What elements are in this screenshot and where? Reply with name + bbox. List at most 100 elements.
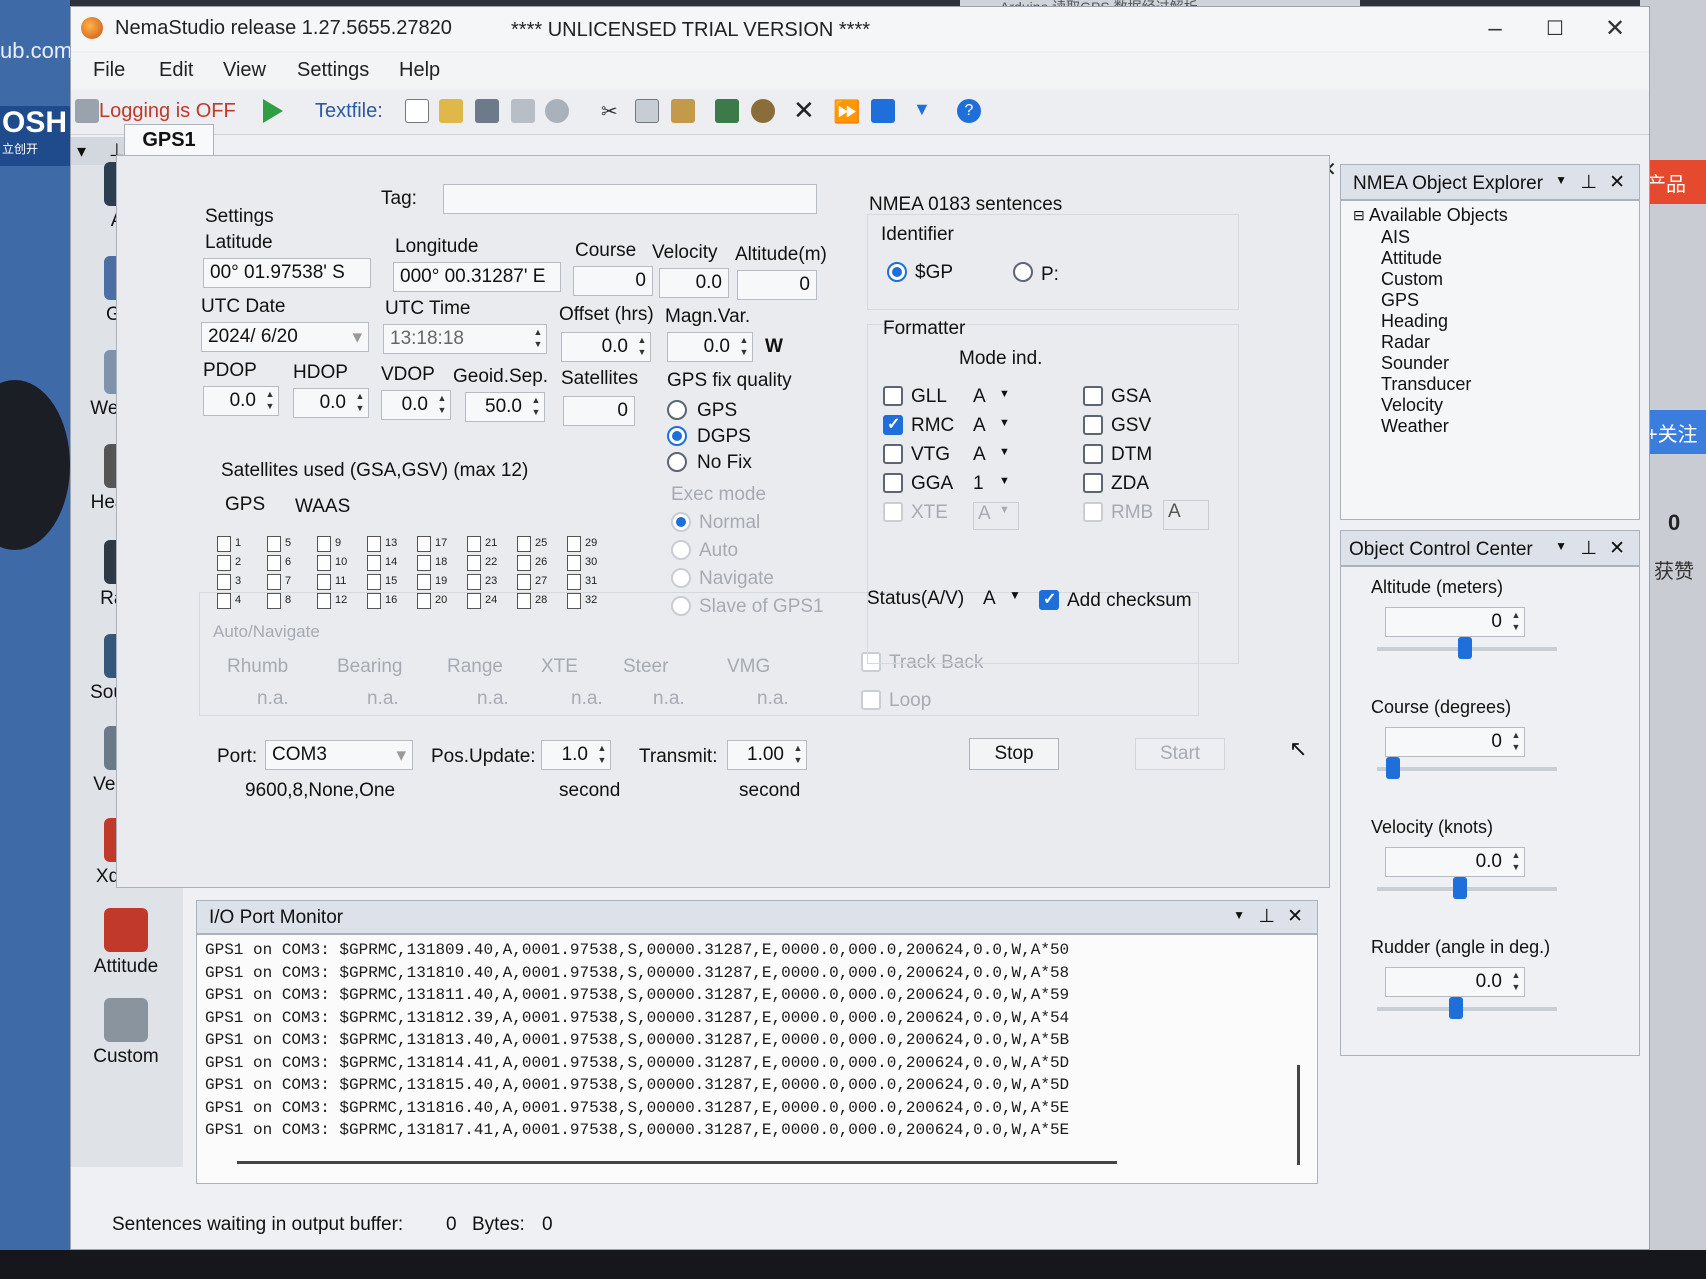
- delete-icon[interactable]: ✕: [793, 97, 817, 123]
- exec-navigate-radio[interactable]: [671, 568, 691, 588]
- occ-control-input[interactable]: 0 ▲ ▼: [1385, 607, 1525, 637]
- identifier-p-radio[interactable]: [1013, 262, 1033, 282]
- latitude-input[interactable]: 00° 01.97538' S: [203, 258, 371, 288]
- sentence-vtg-checkbox[interactable]: [883, 444, 903, 464]
- satellite-checkbox[interactable]: [467, 536, 481, 552]
- logging-status[interactable]: Logging is OFF: [99, 100, 236, 123]
- satellite-checkbox[interactable]: [567, 574, 581, 590]
- sentence-zda-checkbox[interactable]: [1083, 473, 1103, 493]
- occ-slider-thumb[interactable]: [1453, 877, 1467, 899]
- pin-icon[interactable]: ⊥: [1258, 905, 1275, 928]
- port-select[interactable]: COM3 ▾: [265, 740, 413, 770]
- copy-icon[interactable]: [635, 99, 659, 123]
- menu-edit[interactable]: Edit: [159, 59, 193, 82]
- close-icon[interactable]: ✕: [1287, 905, 1303, 928]
- satellite-checkbox[interactable]: [317, 555, 331, 571]
- occ-slider-thumb[interactable]: [1458, 637, 1472, 659]
- paste-icon[interactable]: [671, 99, 695, 123]
- tree-item-heading[interactable]: Heading: [1381, 311, 1448, 332]
- spinner-icon[interactable]: ▲ ▼: [737, 334, 751, 360]
- occ-slider-track[interactable]: [1377, 767, 1557, 771]
- menu-view[interactable]: View: [223, 59, 266, 82]
- tree-item-radar[interactable]: Radar: [1381, 332, 1430, 353]
- mode-select[interactable]: A: [973, 502, 1019, 530]
- occ-slider-track[interactable]: [1377, 1007, 1557, 1011]
- satellite-checkbox[interactable]: [567, 536, 581, 552]
- utc-date-picker[interactable]: 2024/ 6/20 ▾: [201, 322, 369, 352]
- satellite-checkbox[interactable]: [417, 536, 431, 552]
- occ-slider-thumb[interactable]: [1386, 757, 1400, 779]
- fix-dgps-radio[interactable]: [667, 426, 687, 446]
- menu-settings[interactable]: Settings: [297, 59, 369, 82]
- altitude-input[interactable]: 0: [737, 270, 817, 300]
- menu-file[interactable]: File: [93, 59, 125, 82]
- mode-select[interactable]: A: [1163, 500, 1209, 530]
- tree-item-sounder[interactable]: Sounder: [1381, 353, 1449, 374]
- satellite-checkbox[interactable]: [367, 555, 381, 571]
- tree-item-attitude[interactable]: Attitude: [1381, 248, 1442, 269]
- title-bar[interactable]: NemaStudio release 1.27.5655.27820 **** …: [71, 7, 1649, 51]
- sentence-dtm-checkbox[interactable]: [1083, 444, 1103, 464]
- mode-select[interactable]: A: [973, 444, 986, 466]
- mode-select[interactable]: 1: [973, 473, 984, 495]
- network-icon[interactable]: [715, 99, 739, 123]
- window-icon[interactable]: [871, 99, 895, 123]
- sentence-gsv-checkbox[interactable]: [1083, 415, 1103, 435]
- occ-control-input[interactable]: 0.0 ▲ ▼: [1385, 847, 1525, 877]
- magn-var-direction[interactable]: W: [765, 336, 783, 358]
- exec-normal-radio[interactable]: [671, 512, 691, 532]
- sidebar-item-custom[interactable]: Custom: [74, 994, 178, 1084]
- menu-help[interactable]: Help: [399, 59, 440, 82]
- satellite-checkbox[interactable]: [417, 555, 431, 571]
- chevron-down-icon[interactable]: ▼: [1555, 539, 1567, 553]
- vertical-scrollbar[interactable]: [1297, 1065, 1300, 1165]
- pos-update-input[interactable]: 1.0 ▲ ▼: [541, 740, 611, 770]
- tree-item-velocity[interactable]: Velocity: [1381, 395, 1443, 416]
- satellite-checkbox[interactable]: [267, 574, 281, 590]
- sentence-xte-checkbox[interactable]: [883, 502, 903, 522]
- satellite-checkbox[interactable]: [217, 555, 231, 571]
- spinner-icon[interactable]: ▲ ▼: [1509, 729, 1523, 755]
- geoid-sep-input[interactable]: 50.0 ▲ ▼: [465, 392, 545, 422]
- exec-auto-radio[interactable]: [671, 540, 691, 560]
- magn-var-input[interactable]: 0.0 ▲ ▼: [667, 332, 753, 362]
- spinner-icon[interactable]: ▲ ▼: [531, 326, 545, 352]
- chevron-down-icon[interactable]: ▼: [1555, 173, 1567, 187]
- mode-select[interactable]: A: [973, 386, 986, 408]
- tree-item-gps[interactable]: GPS: [1381, 290, 1419, 311]
- sentence-gga-checkbox[interactable]: [883, 473, 903, 493]
- open-folder-icon[interactable]: [439, 99, 463, 123]
- satellite-checkbox[interactable]: [367, 536, 381, 552]
- add-checksum-checkbox[interactable]: [1039, 589, 1059, 610]
- help-icon[interactable]: ?: [957, 99, 981, 123]
- sat-tab-gps[interactable]: GPS: [225, 494, 265, 516]
- satellite-checkbox[interactable]: [517, 555, 531, 571]
- pin-icon[interactable]: ⊥: [1580, 171, 1597, 194]
- close-icon[interactable]: ✕: [1609, 171, 1625, 194]
- settings-gear-icon[interactable]: [751, 99, 775, 123]
- longitude-input[interactable]: 000° 00.31287' E: [393, 262, 561, 292]
- start-button[interactable]: Start: [1135, 738, 1225, 770]
- transmit-input[interactable]: 1.00 ▲ ▼: [727, 740, 807, 770]
- tree-item-ais[interactable]: AIS: [1381, 227, 1410, 248]
- stop-button[interactable]: Stop: [969, 738, 1059, 770]
- collapse-icon[interactable]: ⊟: [1353, 207, 1365, 224]
- satellite-checkbox[interactable]: [467, 555, 481, 571]
- print-icon[interactable]: [511, 99, 535, 123]
- maximize-button[interactable]: ☐: [1525, 11, 1585, 47]
- chevron-down-icon[interactable]: ▼: [999, 446, 1010, 458]
- dropdown-icon[interactable]: ▼: [913, 99, 937, 123]
- close-button[interactable]: ✕: [1585, 11, 1645, 47]
- satellite-checkbox[interactable]: [217, 574, 231, 590]
- tag-input[interactable]: [443, 184, 817, 214]
- minimize-button[interactable]: –: [1465, 11, 1525, 47]
- sentence-gsa-checkbox[interactable]: [1083, 386, 1103, 406]
- globe-icon[interactable]: [545, 99, 569, 123]
- satellite-checkbox[interactable]: [267, 536, 281, 552]
- close-icon[interactable]: ✕: [1609, 537, 1625, 560]
- satellite-checkbox[interactable]: [417, 574, 431, 590]
- status-av-select[interactable]: A: [983, 588, 996, 610]
- offset-input[interactable]: 0.0 ▲ ▼: [561, 332, 651, 362]
- mode-select[interactable]: A: [973, 415, 986, 437]
- identifier-gp-radio[interactable]: [887, 262, 907, 282]
